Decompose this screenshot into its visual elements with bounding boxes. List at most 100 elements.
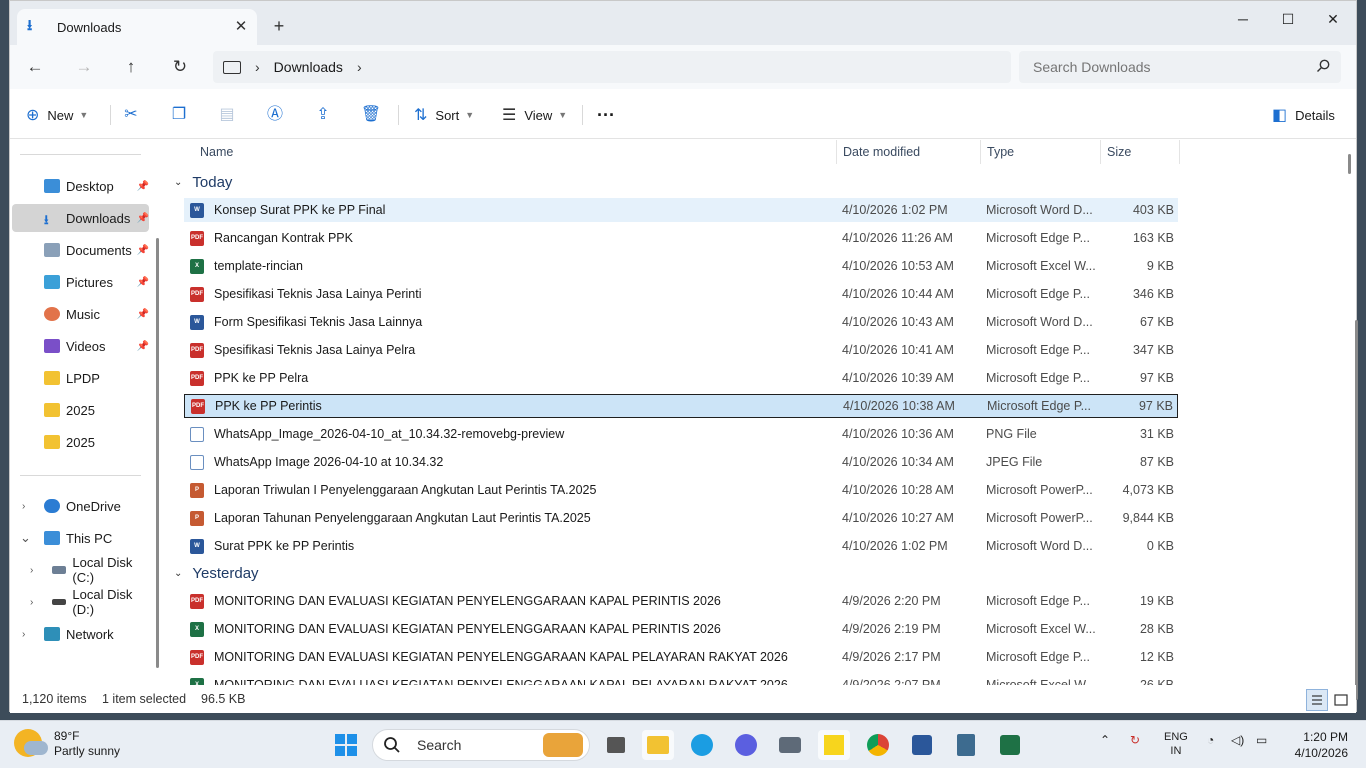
file-row[interactable]: PDF Rancangan Kontrak PPK 4/10/2026 11:26 … (184, 226, 1178, 250)
sidebar-item-2025[interactable]: 2025 (12, 396, 149, 424)
file-row[interactable]: X MONITORING DAN EVALUASI KEGIATAN PENYEL… (184, 617, 1178, 641)
chevron-right-icon[interactable]: › (30, 565, 33, 576)
column-header-type[interactable]: Type (980, 140, 1100, 164)
forward-button[interactable]: → (71, 55, 97, 79)
input-language[interactable]: ENG IN (1164, 730, 1188, 758)
file-row[interactable]: W Surat PPK ke PP Perintis 4/10/2026 1:02 … (184, 534, 1178, 558)
sidebar-item-music[interactable]: Music 📌 (12, 300, 149, 328)
file-row[interactable]: PDF PPK ke PP Pelra 4/10/2026 10:39 AM Micr… (184, 366, 1178, 390)
tab-close-button[interactable]: ✕ (231, 17, 251, 37)
word-taskbar-button[interactable] (906, 730, 938, 760)
camera-taskbar-button[interactable] (774, 730, 806, 760)
sidebar-item-lpdp[interactable]: LPDP (12, 364, 149, 392)
sync-icon[interactable]: ↻ (1130, 733, 1140, 747)
close-window-button[interactable]: ✕ (1310, 7, 1356, 31)
clock[interactable]: 1:20 PM 4/10/2026 (1284, 729, 1348, 761)
file-row[interactable]: WhatsApp_Image_2026-04-10_at_10.34.32-re… (184, 422, 1178, 446)
file-row[interactable]: Xtemplate-rincian 4/10/2026 10:53 AM Micro… (184, 254, 1178, 278)
sidebar-item-videos[interactable]: Videos 📌 (12, 332, 149, 360)
file-explorer-taskbar-button[interactable] (642, 730, 674, 760)
sidebar-scrollbar[interactable] (156, 238, 159, 668)
cut-icon[interactable]: ✂ (118, 103, 144, 127)
file-row[interactable]: P Laporan Tahunan Penyelenggaraan Angkuta… (184, 506, 1178, 530)
file-date-modified: 4/10/2026 10:43 AM (842, 315, 954, 329)
battery-icon[interactable]: ▭ (1256, 733, 1267, 747)
details-pane-button[interactable]: ◧ Details (1272, 102, 1335, 128)
back-button[interactable]: ← (22, 55, 48, 79)
file-size: 0 KB (1146, 539, 1174, 553)
refresh-button[interactable]: ↻ (167, 55, 193, 79)
word-file-icon: W (190, 538, 204, 554)
excel-taskbar-button[interactable] (994, 730, 1026, 760)
sidebar-item-network[interactable]: › Network (12, 620, 149, 648)
column-header-name[interactable]: Name (194, 140, 836, 164)
large-icons-view-button[interactable] (1330, 689, 1352, 711)
start-button[interactable] (330, 730, 362, 760)
sidebar-item-onedrive[interactable]: › OneDrive (12, 492, 149, 520)
chevron-right-icon[interactable]: › (22, 501, 25, 512)
file-name: Form Spesifikasi Teknis Jasa Lainnya (214, 315, 423, 329)
sidebar-item-2025-second[interactable]: 2025 (12, 428, 149, 456)
new-tab-button[interactable]: + (268, 15, 290, 37)
sidebar-item-local-disk-c[interactable]: › Local Disk (C:) (12, 555, 149, 585)
sticky-notes-taskbar-button[interactable] (818, 730, 850, 760)
file-row[interactable]: PDF MONITORING DAN EVALUASI KEGIATAN PENY… (184, 645, 1178, 669)
breadcrumb-separator[interactable]: › (255, 59, 260, 75)
wifi-icon[interactable]: ◔ (1207, 733, 1214, 747)
task-view-button[interactable] (600, 730, 632, 760)
breadcrumb-separator[interactable]: › (357, 59, 362, 75)
volume-icon[interactable]: ◁) (1231, 733, 1244, 747)
file-row[interactable]: PDF Spesifikasi Teknis Jasa Lainya Perint… (184, 282, 1178, 306)
search-input[interactable] (1019, 51, 1341, 83)
tab-downloads[interactable]: ⭳ Downloads ✕ (17, 9, 257, 45)
copy-icon[interactable]: ❐ (166, 103, 192, 127)
file-row[interactable]: PDF PPK ke PP Perintis 4/10/2026 10:38 AM M… (184, 394, 1178, 418)
paste-icon[interactable]: ▤ (214, 103, 240, 127)
details-view-button[interactable] (1306, 689, 1328, 711)
group-header-yesterday[interactable]: ⌄ Yesterday (174, 561, 259, 585)
weather-widget[interactable]: 89°F Partly sunny (14, 729, 120, 759)
file-list-scrollbar-thumb[interactable] (1348, 154, 1351, 174)
file-name: Spesifikasi Teknis Jasa Lainya Pelra (214, 343, 416, 357)
edge-taskbar-button[interactable] (686, 730, 718, 760)
show-hidden-icons-button[interactable]: ⌃ (1100, 733, 1110, 747)
column-header-size[interactable]: Size (1100, 140, 1180, 164)
sidebar-item-downloads[interactable]: ⭳ Downloads 📌 (12, 204, 149, 232)
search-icon[interactable] (1316, 59, 1330, 73)
view-button[interactable]: ☰ View ▼ (502, 102, 567, 128)
sidebar-item-documents[interactable]: Documents 📌 (12, 236, 149, 264)
copilot-taskbar-button[interactable] (730, 730, 762, 760)
group-header-today[interactable]: ⌄ Today (174, 170, 232, 194)
sidebar-item-desktop[interactable]: Desktop 📌 (12, 172, 149, 200)
breadcrumb-downloads[interactable]: Downloads (274, 59, 343, 75)
file-list-scrollbar[interactable] (1355, 320, 1358, 700)
file-row[interactable]: PDF Spesifikasi Teknis Jasa Lainya Pelra 4… (184, 338, 1178, 362)
file-row[interactable]: P Laporan Triwulan I Penyelenggaraan Angk… (184, 478, 1178, 502)
videos-icon (44, 339, 60, 353)
minimize-button[interactable]: ─ (1220, 7, 1266, 31)
up-button[interactable]: ↑ (118, 55, 144, 79)
sort-button[interactable]: ⇅ Sort ▼ (414, 102, 474, 128)
maximize-button[interactable]: ☐ (1265, 7, 1311, 31)
taskbar-search[interactable]: Search (372, 729, 590, 761)
rename-icon[interactable]: Ⓐ (262, 103, 288, 127)
address-bar[interactable]: › Downloads › (213, 51, 1011, 83)
sidebar-item-local-disk-d[interactable]: › Local Disk (D:) (12, 587, 149, 617)
file-row[interactable]: W Konsep Surat PPK ke PP Final 4/10/2026 1… (184, 198, 1178, 222)
chevron-right-icon[interactable]: › (30, 597, 33, 608)
file-row[interactable]: WhatsApp Image 2026-04-10 at 10.34.32 4/1… (184, 450, 1178, 474)
sidebar-item-this-pc[interactable]: ⌄ This PC (12, 524, 149, 552)
file-row[interactable]: W Form Spesifikasi Teknis Jasa Lainnya 4/1… (184, 310, 1178, 334)
sidebar-item-pictures[interactable]: Pictures 📌 (12, 268, 149, 296)
delete-icon[interactable]: 🗑 (358, 103, 384, 127)
calculator-taskbar-button[interactable] (950, 730, 982, 760)
new-button[interactable]: ⊕ New ▼ (26, 102, 88, 128)
chevron-right-icon[interactable]: › (22, 629, 25, 640)
chrome-taskbar-button[interactable] (862, 730, 894, 760)
column-header-date[interactable]: Date modified (836, 140, 980, 164)
more-options-button[interactable]: ··· (597, 102, 615, 128)
share-icon[interactable]: ⇪ (310, 103, 336, 127)
chevron-down-icon[interactable]: ⌄ (20, 530, 31, 546)
file-row[interactable]: PDF MONITORING DAN EVALUASI KEGIATAN PENY… (184, 589, 1178, 613)
sidebar-item-label: Downloads (66, 210, 131, 226)
